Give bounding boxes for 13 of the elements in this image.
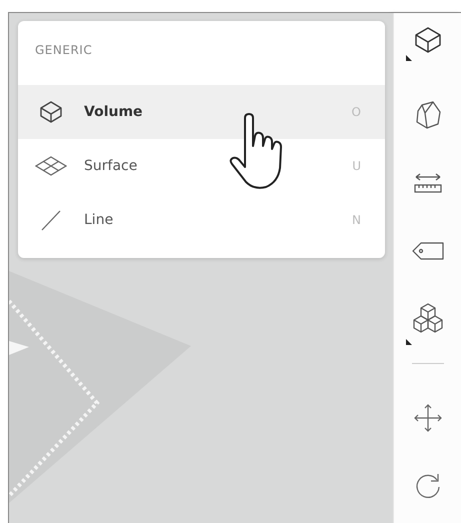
menu-item[interactable]: Surface U <box>18 139 385 193</box>
menu-item[interactable]: Line N <box>18 193 385 247</box>
move-icon[interactable] <box>412 403 442 433</box>
menu-item-label: Surface <box>84 158 138 174</box>
menu-item-label: Line <box>84 212 114 228</box>
menu-heading: GENERIC <box>34 43 94 59</box>
shortcut-key: N <box>352 213 361 227</box>
cube-icon[interactable] <box>412 25 442 55</box>
shortcut-key: U <box>352 159 361 173</box>
menu-item-label: Volume <box>84 104 143 120</box>
ruler-icon[interactable] <box>412 171 442 195</box>
plane-icon <box>35 156 67 176</box>
tag-icon[interactable] <box>410 241 444 261</box>
